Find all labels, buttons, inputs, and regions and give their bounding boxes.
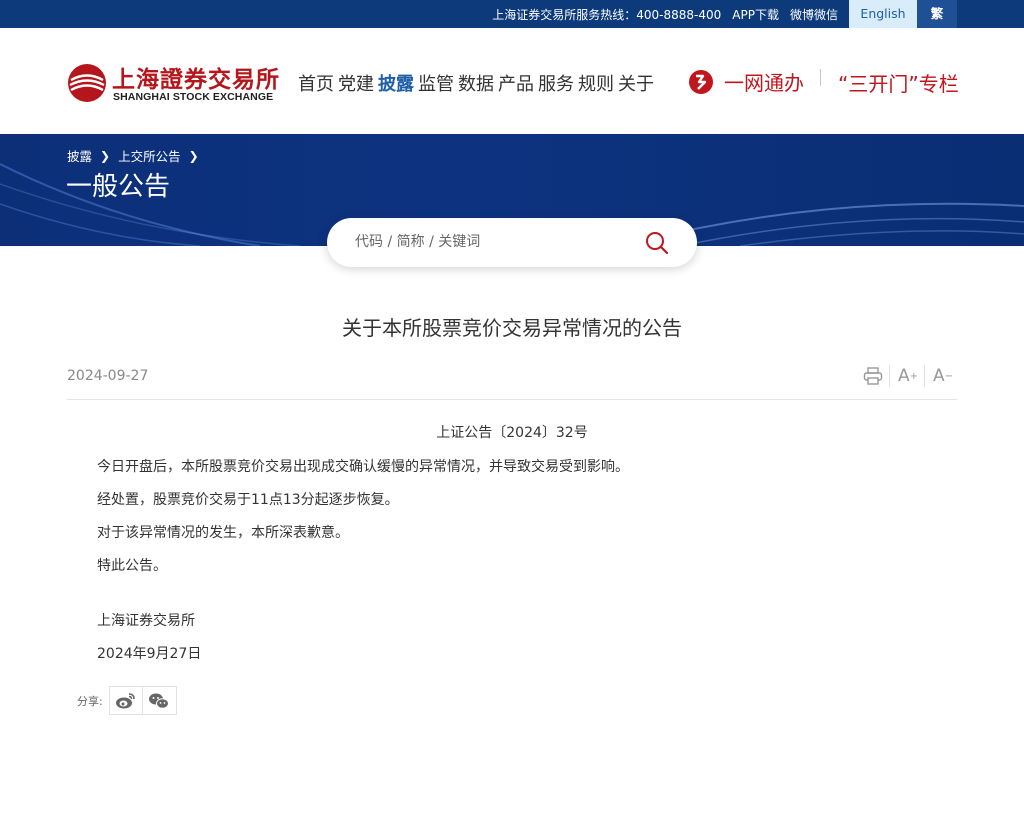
breadcrumb: 披露 ❯ 上交所公告 ❯ bbox=[67, 146, 207, 165]
article-paragraph: 对于该异常情况的发生，本所深表歉意。 bbox=[97, 525, 349, 541]
share-bar: 分享: bbox=[77, 686, 177, 715]
page-title: 一般公告 bbox=[66, 172, 171, 202]
font-decrease-button[interactable]: A − bbox=[929, 363, 957, 389]
sse-logo-icon bbox=[68, 64, 106, 102]
title-divider bbox=[67, 399, 957, 400]
article-title: 关于本所股票竞价交易异常情况的公告 bbox=[342, 316, 682, 340]
logo-english-name: SHANGHAI STOCK EXCHANGE bbox=[113, 91, 274, 103]
toolbar-divider bbox=[924, 365, 925, 387]
yiwang-label: 一网通办 bbox=[724, 71, 804, 95]
toolbar-divider bbox=[889, 365, 890, 387]
header-divider bbox=[820, 69, 821, 86]
search-box bbox=[327, 218, 697, 267]
font-decrease-label: A bbox=[932, 366, 945, 386]
nav-item-home[interactable]: 首页 bbox=[298, 70, 334, 96]
nav-item-products[interactable]: 产品 bbox=[498, 70, 534, 96]
search-input[interactable] bbox=[355, 230, 635, 254]
chevron-right-icon: ❯ bbox=[100, 148, 111, 163]
sse-logo[interactable]: 上海證券交易所 SHANGHAI STOCK EXCHANGE bbox=[67, 62, 279, 106]
weibo-icon bbox=[115, 692, 135, 708]
nav-item-data[interactable]: 数据 bbox=[458, 70, 494, 96]
share-label: 分享: bbox=[77, 694, 103, 708]
share-weibo-button[interactable] bbox=[108, 686, 143, 715]
article-paragraph: 今日开盘后，本所股票竞价交易出现成交确认缓慢的异常情况，并导致交易受到影响。 bbox=[97, 459, 629, 475]
signature-org: 上海证券交易所 bbox=[97, 613, 195, 629]
nav-item-about[interactable]: 关于 bbox=[618, 70, 654, 96]
chevron-right-icon: ❯ bbox=[188, 148, 199, 163]
article-paragraph: 经处置，股票竞价交易于11点13分起逐步恢复。 bbox=[97, 492, 399, 508]
site-header: 上海證券交易所 SHANGHAI STOCK EXCHANGE 首页 党建 披露… bbox=[0, 28, 1024, 134]
nav-item-disclosure[interactable]: 披露 bbox=[378, 70, 414, 96]
font-increase-button[interactable]: A + bbox=[894, 363, 922, 389]
print-icon bbox=[863, 367, 883, 385]
article-paragraph: 特此公告。 bbox=[97, 558, 167, 574]
print-button[interactable] bbox=[860, 363, 886, 389]
nav-item-party[interactable]: 党建 bbox=[338, 70, 374, 96]
main-nav: 首页 党建 披露 监管 数据 产品 服务 规则 关于 bbox=[298, 70, 654, 96]
document-number: 上证公告〔2024〕32号 bbox=[436, 425, 588, 441]
service-hotline: 上海证券交易所服务热线：400-8888-400 bbox=[492, 7, 722, 22]
yiwang-icon bbox=[689, 69, 713, 94]
breadcrumb-sse-announcements[interactable]: 上交所公告 bbox=[118, 146, 181, 165]
wechat-icon bbox=[149, 693, 170, 709]
share-wechat-button[interactable] bbox=[142, 686, 177, 715]
font-increase-label: A bbox=[897, 366, 910, 386]
breadcrumb-disclosure[interactable]: 披露 bbox=[67, 146, 92, 165]
app-download-link[interactable]: APP下载 bbox=[732, 6, 779, 23]
publish-date: 2024-09-27 bbox=[67, 368, 149, 384]
english-language-button[interactable]: English bbox=[849, 0, 917, 28]
sankaimen-column-link[interactable]: “三开门”专栏 bbox=[838, 68, 959, 97]
nav-item-services[interactable]: 服务 bbox=[538, 70, 574, 96]
weibo-wechat-link[interactable]: 微博微信 bbox=[790, 6, 838, 23]
top-bar: 上海证券交易所服务热线：400-8888-400 APP下载 微博微信 Engl… bbox=[0, 0, 1024, 28]
logo-chinese-name: 上海證券交易所 bbox=[112, 66, 280, 93]
search-icon[interactable] bbox=[644, 230, 670, 256]
signature-date: 2024年9月27日 bbox=[97, 646, 202, 662]
yiwang-tongban-link[interactable]: 一网通办 bbox=[688, 67, 804, 96]
traditional-chinese-button[interactable]: 繁 bbox=[917, 0, 957, 28]
nav-item-regulation[interactable]: 监管 bbox=[418, 70, 454, 96]
nav-item-rules[interactable]: 规则 bbox=[578, 70, 614, 96]
